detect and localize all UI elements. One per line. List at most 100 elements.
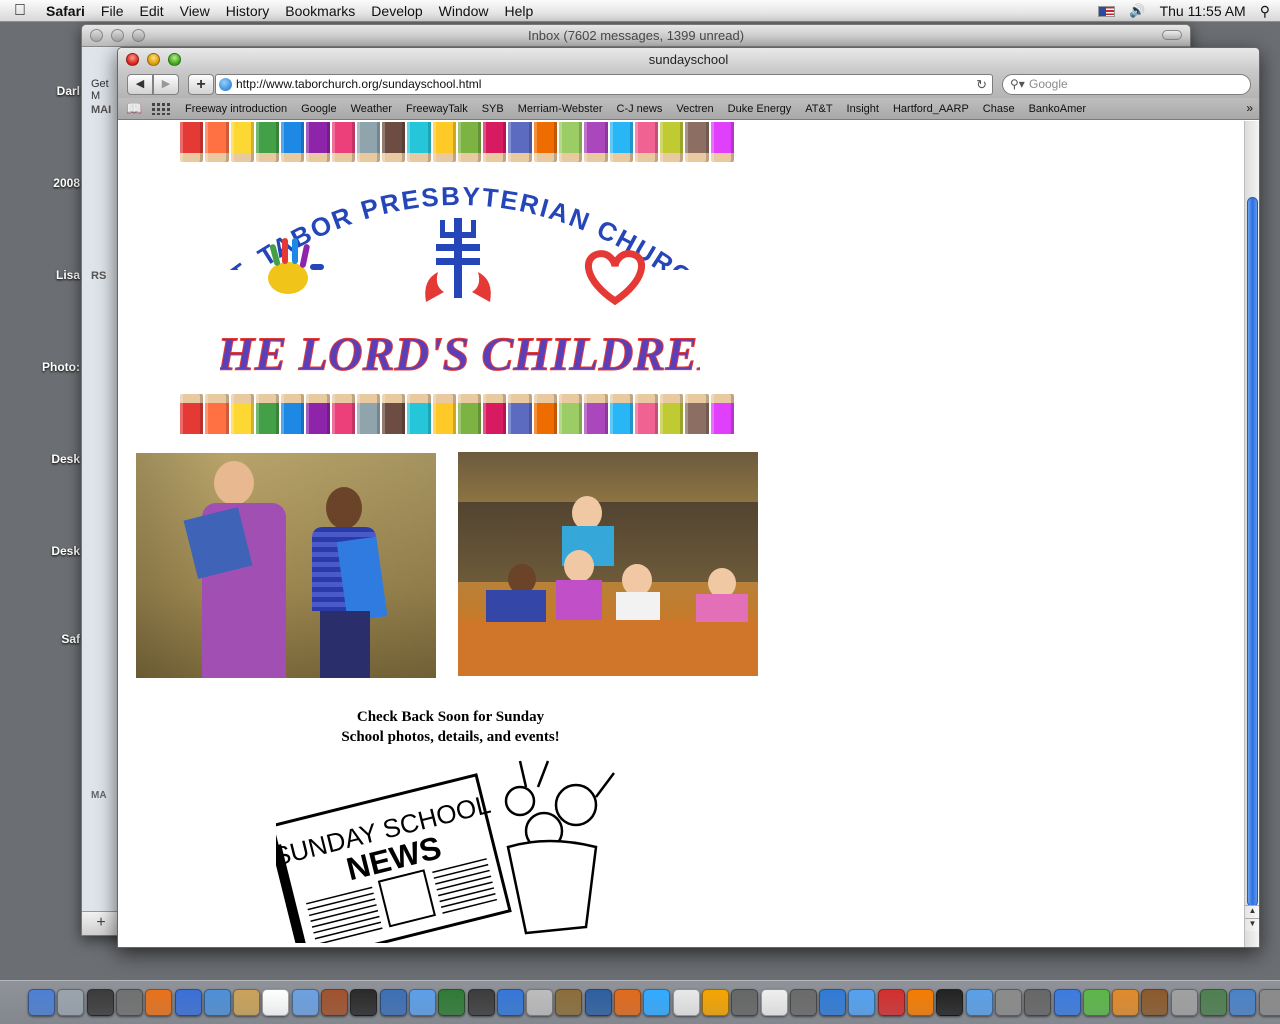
menu-help[interactable]: Help — [496, 3, 541, 19]
dock-app-icon[interactable] — [28, 989, 55, 1016]
dock-app-icon[interactable] — [115, 989, 143, 1016]
dock-app-icon[interactable] — [1170, 989, 1198, 1016]
mail-zoom-button[interactable] — [132, 29, 145, 42]
dock-app-icon[interactable] — [672, 989, 700, 1016]
bookmark-hartford-aarp[interactable]: Hartford_AARP — [886, 103, 976, 115]
dock-app-icon[interactable] — [936, 989, 964, 1016]
dock-app-icon[interactable] — [1112, 989, 1140, 1016]
desktop-item-label[interactable]: Desk — [51, 452, 80, 466]
dock-app-icon[interactable] — [145, 989, 173, 1016]
close-button[interactable] — [126, 53, 139, 66]
dock-app-icon[interactable] — [907, 989, 934, 1016]
dock-app-icon[interactable] — [86, 989, 114, 1016]
dock-app-icon[interactable] — [994, 989, 1022, 1016]
apple-menu-icon[interactable]:  — [0, 2, 40, 20]
spotlight-search-icon[interactable]: ⚲ — [1260, 3, 1270, 20]
menu-history[interactable]: History — [218, 3, 278, 19]
dock-app-icon[interactable] — [379, 989, 407, 1016]
dock-app-icon[interactable] — [174, 989, 202, 1016]
bookmark-duke-energy[interactable]: Duke Energy — [721, 103, 799, 115]
dock-app-icon[interactable] — [877, 989, 905, 1016]
bookmark-cj-news[interactable]: C-J news — [610, 103, 670, 115]
reload-icon[interactable]: ↻ — [976, 75, 987, 94]
menu-bookmarks[interactable]: Bookmarks — [277, 3, 363, 19]
menu-edit[interactable]: Edit — [131, 3, 171, 19]
bookmark-chase[interactable]: Chase — [976, 103, 1022, 115]
dock-app-icon[interactable] — [233, 989, 261, 1016]
dock-app-icon[interactable] — [848, 989, 876, 1016]
dock-app-icon[interactable] — [1024, 989, 1052, 1016]
dock-app-icon[interactable] — [408, 989, 436, 1016]
dock-app-icon[interactable] — [467, 989, 495, 1016]
menu-window[interactable]: Window — [431, 3, 497, 19]
bookmarks-overflow-chevron-icon[interactable]: » — [1246, 101, 1253, 115]
mail-add-mailbox-button[interactable]: + — [82, 911, 120, 935]
bookmark-freeway-introduction[interactable]: Freeway introduction — [178, 103, 294, 115]
desktop-item-label[interactable]: Lisa — [56, 268, 80, 282]
zoom-button[interactable] — [168, 53, 181, 66]
dock-app-icon[interactable] — [614, 989, 641, 1016]
dock-app-icon[interactable] — [701, 989, 729, 1016]
menu-file[interactable]: File — [93, 3, 132, 19]
minimize-button[interactable] — [147, 53, 160, 66]
dock-app-icon[interactable] — [760, 989, 788, 1016]
desktop-item-label[interactable]: Saf — [61, 632, 80, 646]
dock-app-icon[interactable] — [496, 989, 524, 1016]
mail-close-button[interactable] — [90, 29, 103, 42]
dock-app-icon[interactable] — [819, 989, 847, 1016]
bookmark-vectren[interactable]: Vectren — [669, 103, 720, 115]
mail-minimize-button[interactable] — [111, 29, 124, 42]
desktop-item-label[interactable]: 2008 — [53, 176, 80, 190]
vertical-scrollbar[interactable]: ▲ ▼ — [1244, 121, 1259, 947]
menu-develop[interactable]: Develop — [363, 3, 430, 19]
dock-app-icon[interactable] — [643, 989, 671, 1016]
dock-app-icon[interactable] — [526, 989, 554, 1016]
menubar-clock[interactable]: Thu 11:55 AM — [1160, 3, 1246, 19]
dock-app-icon[interactable] — [731, 989, 759, 1016]
safari-window[interactable]: sundayschool ◀ ▶ + http://www.taborchurc… — [117, 47, 1260, 948]
dock-app-icon[interactable] — [965, 989, 993, 1016]
scroll-up-arrow[interactable]: ▲ — [1245, 905, 1259, 918]
dock-app-icon[interactable] — [1258, 989, 1280, 1016]
address-field[interactable]: http://www.taborchurch.org/sundayschool.… — [215, 74, 993, 95]
bookmark-merriam-webster[interactable]: Merriam-Webster — [511, 103, 610, 115]
mail-get-mail-label[interactable]: Get M — [91, 78, 119, 102]
desktop-item-label[interactable]: Desk — [51, 544, 80, 558]
us-flag-input-icon[interactable] — [1098, 5, 1116, 17]
dock-app-icon[interactable] — [1082, 989, 1110, 1016]
scrollbar-thumb[interactable] — [1247, 197, 1258, 907]
menu-view[interactable]: View — [172, 3, 218, 19]
menu-app-safari[interactable]: Safari — [40, 3, 93, 19]
bookmark-bankoamer[interactable]: BankoAmer — [1022, 103, 1093, 115]
bookmark-insight[interactable]: Insight — [840, 103, 886, 115]
dock-app-icon[interactable] — [321, 989, 348, 1016]
volume-icon[interactable]: 🔊 — [1129, 3, 1145, 19]
bookmark-weather[interactable]: Weather — [344, 103, 399, 115]
bookmarks-book-icon[interactable]: 📖 — [126, 101, 148, 117]
bookmark-google[interactable]: Google — [294, 103, 343, 115]
scroll-down-arrow[interactable]: ▼ — [1245, 918, 1259, 931]
dock-app-icon[interactable] — [262, 989, 290, 1016]
search-input[interactable]: ⚲▾ Google — [1002, 74, 1251, 95]
bookmark-syb[interactable]: SYB — [475, 103, 511, 115]
dock-app-icon[interactable] — [1229, 989, 1257, 1016]
dock-app-icon[interactable] — [584, 989, 612, 1016]
dock-app-icon[interactable] — [1141, 989, 1169, 1016]
dock-app-icon[interactable] — [1200, 989, 1227, 1016]
bookmark-freewaytalk[interactable]: FreewayTalk — [399, 103, 475, 115]
bookmark-att[interactable]: AT&T — [798, 103, 839, 115]
forward-button[interactable]: ▶ — [153, 74, 179, 95]
dock-app-icon[interactable] — [203, 989, 231, 1016]
add-bookmark-button[interactable]: + — [188, 74, 214, 95]
mail-toolbar-toggle-button[interactable] — [1162, 30, 1182, 40]
dock-app-icon[interactable] — [438, 989, 466, 1016]
back-button[interactable]: ◀ — [127, 74, 153, 95]
dock-app-icon[interactable] — [1053, 989, 1081, 1016]
top-sites-grid-icon[interactable] — [152, 102, 170, 115]
dock-app-icon[interactable] — [291, 989, 319, 1016]
dock-app-icon[interactable] — [350, 989, 378, 1016]
dock-app-icon[interactable] — [789, 989, 817, 1016]
desktop-item-label[interactable]: Darl — [57, 84, 80, 98]
dock-app-icon[interactable] — [555, 989, 583, 1016]
dock-app-icon[interactable] — [57, 989, 85, 1016]
